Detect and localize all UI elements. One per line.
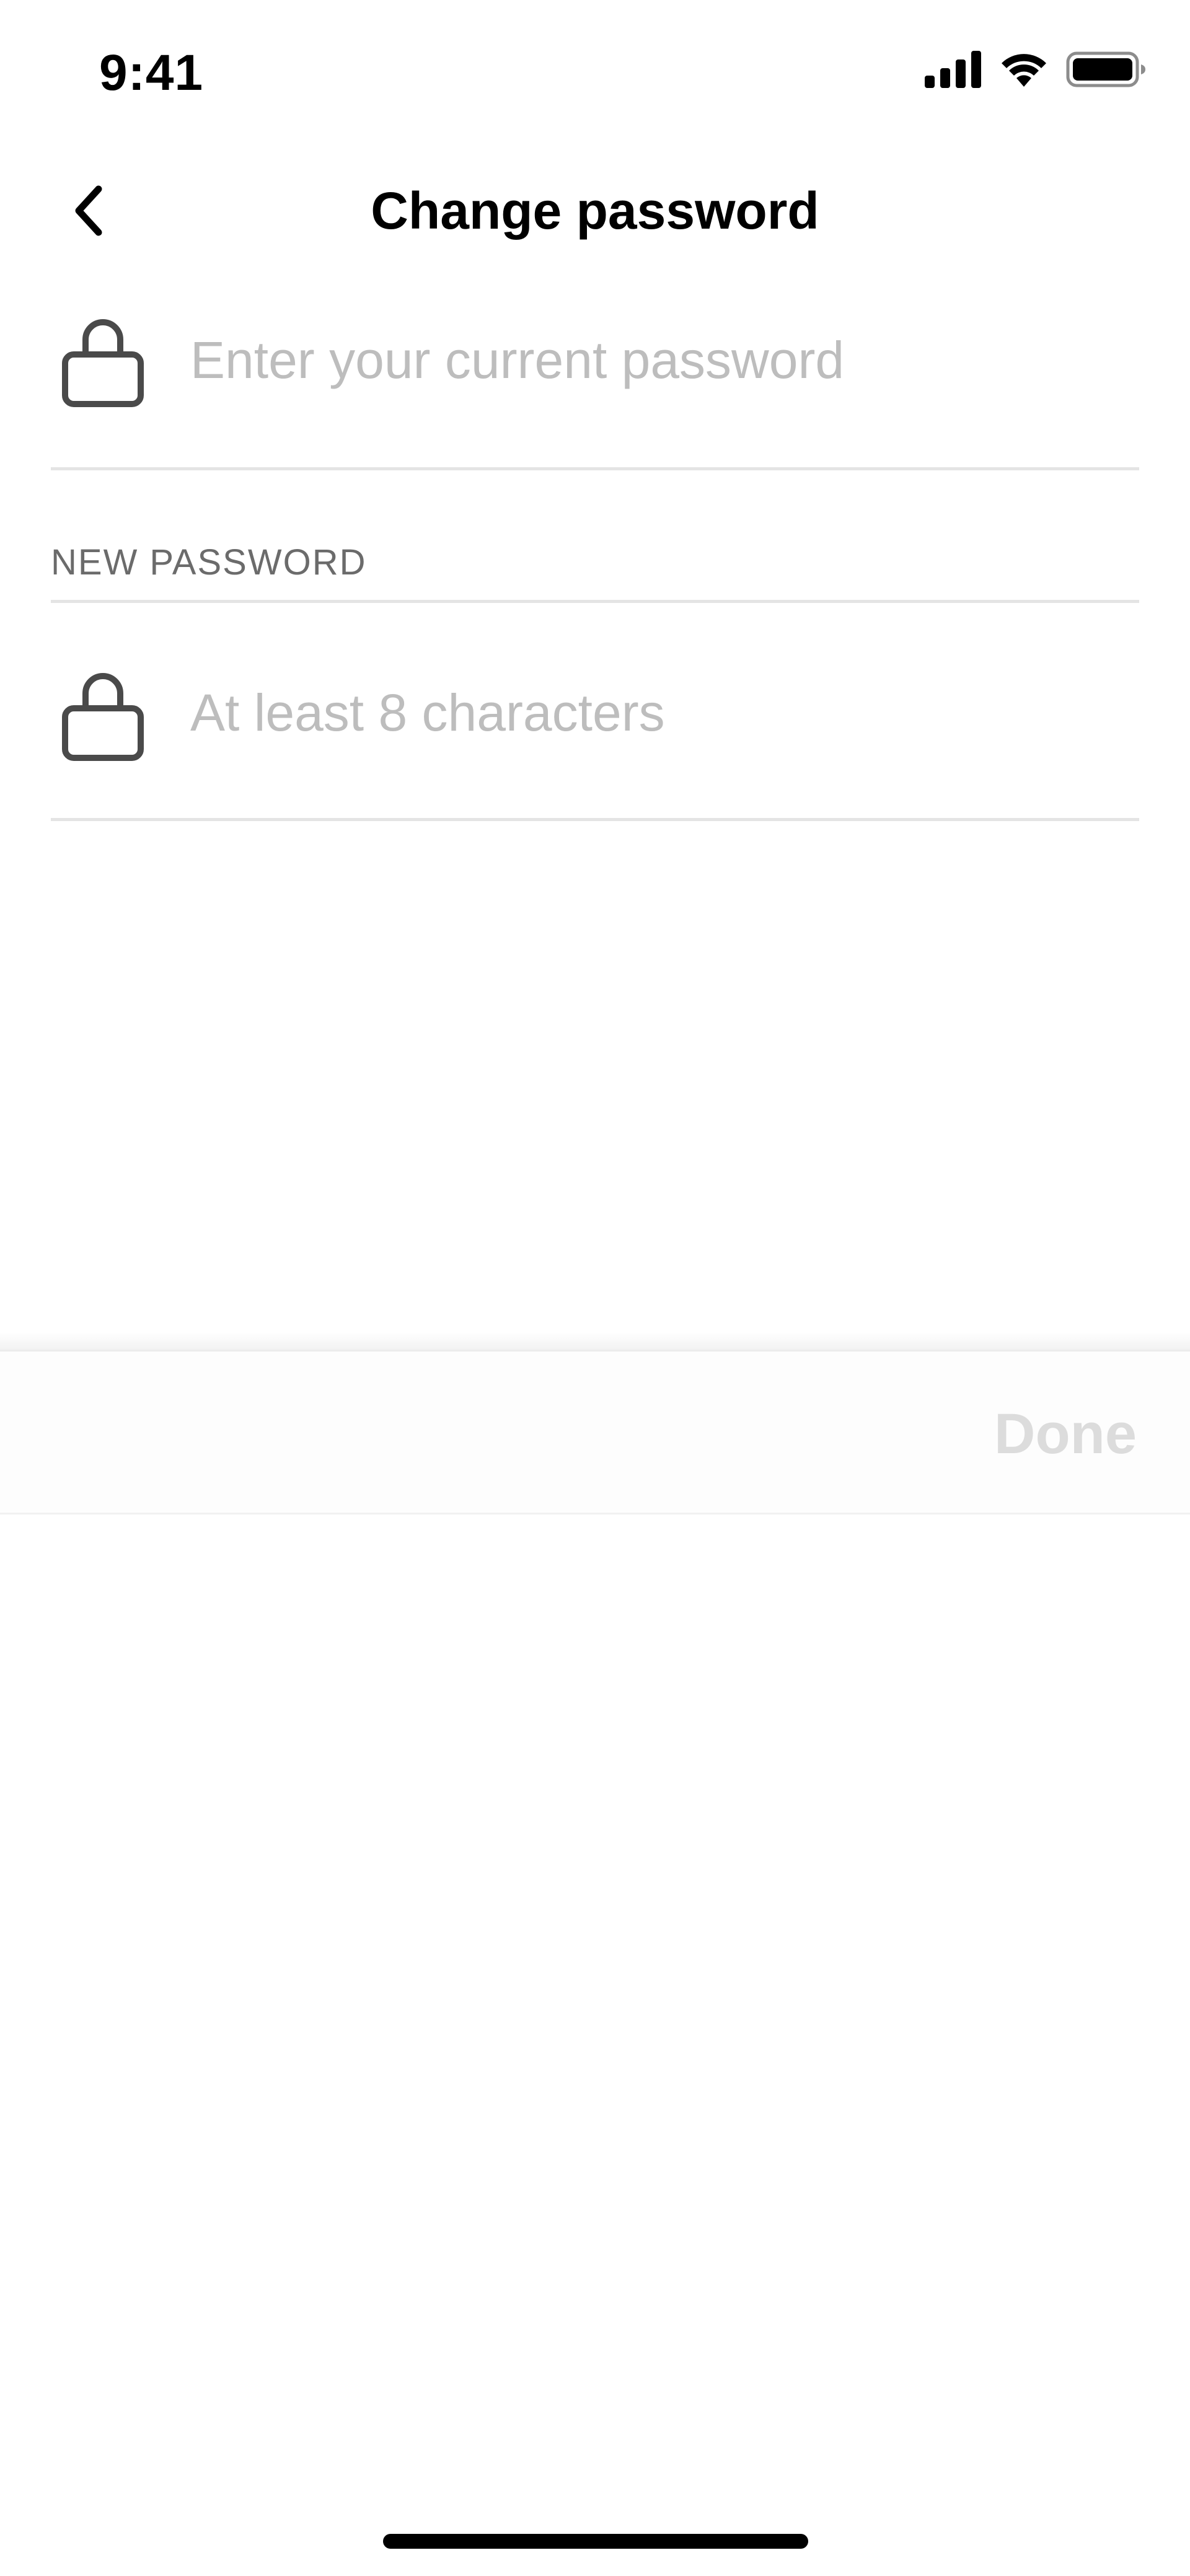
status-time: 9:41 bbox=[99, 45, 204, 101]
done-button[interactable]: Done bbox=[994, 1400, 1137, 1468]
accessory-bar-shadow bbox=[0, 1332, 1190, 1350]
battery-icon bbox=[1066, 51, 1145, 87]
current-password-row bbox=[51, 290, 1139, 470]
new-password-row bbox=[51, 604, 1139, 821]
section-divider bbox=[51, 600, 1139, 603]
wifi-icon bbox=[1002, 54, 1046, 87]
status-icons bbox=[925, 51, 1147, 88]
navigation-header: Change password bbox=[0, 161, 1190, 260]
cellular-signal-icon bbox=[925, 51, 981, 88]
lock-icon bbox=[62, 319, 144, 407]
home-indicator bbox=[383, 2534, 808, 2549]
page-title: Change password bbox=[371, 182, 819, 240]
current-password-input[interactable] bbox=[190, 320, 1120, 400]
keyboard-accessory-bar: Done bbox=[0, 1350, 1190, 1514]
lock-icon bbox=[62, 673, 144, 761]
status-bar: 9:41 bbox=[0, 0, 1190, 143]
new-password-input[interactable] bbox=[190, 672, 1120, 753]
section-label-new-password: NEW PASSWORD bbox=[51, 542, 367, 582]
